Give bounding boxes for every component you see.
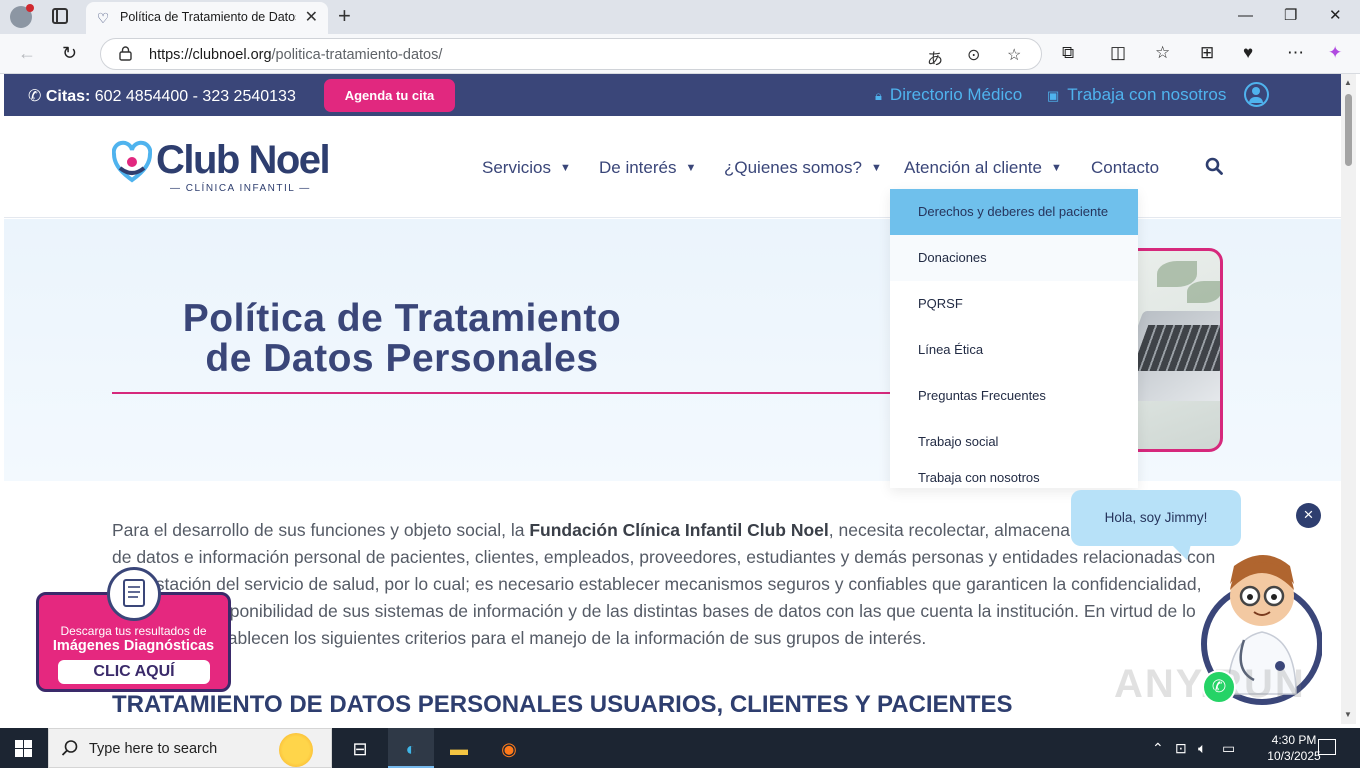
more-page-icon[interactable]: ⊙ bbox=[967, 45, 980, 65]
dropdown-item-pqrsf[interactable]: PQRSF bbox=[890, 281, 1138, 327]
favorites-icon[interactable]: ☆ bbox=[1155, 43, 1170, 63]
close-chat-icon[interactable]: × bbox=[1296, 503, 1321, 528]
scroll-thumb[interactable] bbox=[1345, 94, 1352, 166]
nav-servicios[interactable]: Servicios ▼ bbox=[482, 158, 571, 178]
nav-atencion-cliente[interactable]: Atención al cliente ▼ bbox=[904, 158, 1062, 178]
browser-tab-bar: ♡ Política de Tratamiento de Datos P ✕ +… bbox=[0, 0, 1360, 34]
dropdown-item-trabaja[interactable]: Trabaja con nosotros bbox=[890, 465, 1138, 488]
lock-icon[interactable] bbox=[119, 46, 132, 61]
clic-aqui-button[interactable]: CLIC AQUÍ bbox=[58, 660, 210, 684]
dropdown-item-donaciones[interactable]: Donaciones bbox=[890, 235, 1138, 281]
trabaja-con-nosotros-link[interactable]: ▣ Trabaja con nosotros bbox=[1047, 85, 1226, 105]
agenda-cita-button[interactable]: Agenda tu cita bbox=[324, 79, 455, 112]
club-noel-logo-icon[interactable] bbox=[112, 140, 152, 184]
banner-line-2: Imágenes Diagnósticas bbox=[52, 638, 215, 654]
nav-contacto[interactable]: Contacto bbox=[1091, 158, 1159, 178]
phone-info: ✆ Citas: 602 4854400 - 323 2540133 bbox=[28, 88, 296, 105]
volume-icon[interactable]: 🔈︎ bbox=[1198, 740, 1206, 757]
title-underline bbox=[112, 392, 892, 394]
nav-quienes-somos[interactable]: ¿Quienes somos? ▼ bbox=[724, 158, 882, 178]
dropdown-item-linea-etica[interactable]: Línea Ética bbox=[890, 327, 1138, 373]
tab-title: Política de Tratamiento de Datos P bbox=[120, 10, 296, 24]
weather-sun-icon[interactable] bbox=[279, 733, 313, 767]
network-icon[interactable]: ⊡ bbox=[1175, 740, 1187, 757]
favorite-star-icon[interactable]: ☆ bbox=[1007, 45, 1021, 65]
tray-chevron-icon[interactable]: ⌃ bbox=[1152, 740, 1164, 757]
phone-icon: ✆ bbox=[28, 88, 42, 105]
user-account-icon[interactable] bbox=[1244, 82, 1269, 107]
restore-icon[interactable]: ❐ bbox=[1284, 6, 1297, 26]
system-clock[interactable]: 4:30 PM 10/3/2025 bbox=[1266, 732, 1322, 764]
browser-address-bar: ← ↻ https://clubnoel.org/politica-tratam… bbox=[0, 34, 1360, 74]
document-icon bbox=[107, 567, 161, 621]
caret-down-icon: ▼ bbox=[870, 162, 882, 174]
collections-icon[interactable]: ⊞ bbox=[1200, 43, 1214, 63]
logo-text[interactable]: Club Noel bbox=[156, 138, 331, 183]
back-icon[interactable]: ← bbox=[18, 43, 36, 63]
logo-subtitle: — CLÍNICA INFANTIL — bbox=[170, 183, 311, 194]
jimmy-greeting-bubble[interactable]: Hola, soy Jimmy! bbox=[1071, 490, 1241, 560]
windows-start-icon[interactable] bbox=[15, 740, 32, 757]
new-tab-icon[interactable]: + bbox=[338, 4, 351, 28]
minimize-icon[interactable]: — bbox=[1238, 6, 1253, 26]
nav-de-interes[interactable]: De interés ▼ bbox=[599, 158, 696, 178]
notification-icon[interactable] bbox=[1318, 739, 1336, 755]
url-field[interactable]: https://clubnoel.org/politica-tratamient… bbox=[100, 38, 1042, 70]
performance-icon[interactable]: ♥ bbox=[1243, 43, 1253, 63]
search-icon bbox=[61, 740, 78, 756]
search-placeholder: Type here to search bbox=[89, 741, 218, 757]
page-scrollbar[interactable]: ▲ ▼ bbox=[1341, 74, 1356, 724]
caret-down-icon: ▼ bbox=[559, 162, 571, 174]
caret-down-icon: ▼ bbox=[1050, 162, 1062, 174]
read-aloud-icon[interactable]: あ bbox=[927, 45, 943, 69]
banner-line-1: Descarga tus resultados de bbox=[60, 624, 207, 638]
edge-taskbar-item[interactable]: ◐ bbox=[388, 728, 434, 768]
section-heading: TRATAMIENTO DE DATOS PERSONALES USUARIOS… bbox=[112, 691, 1013, 718]
reload-icon[interactable]: ↻ bbox=[62, 43, 77, 63]
site-header: Club Noel — CLÍNICA INFANTIL — Servicios… bbox=[4, 116, 1341, 218]
dropdown-item-derechos[interactable]: Derechos y deberes del paciente bbox=[890, 189, 1138, 235]
directorio-medico-link[interactable]: 🔒︎ Directorio Médico bbox=[875, 85, 1022, 105]
page-viewport: ✆ Citas: 602 4854400 - 323 2540133 Agend… bbox=[4, 74, 1341, 724]
scroll-up-icon[interactable]: ▲ bbox=[1344, 78, 1352, 87]
split-screen-icon[interactable]: ◫ bbox=[1110, 43, 1126, 63]
task-view-icon[interactable]: ⊟ bbox=[348, 737, 372, 761]
dropdown-item-trabajo-social[interactable]: Trabajo social bbox=[890, 419, 1138, 465]
site-topbar: ✆ Citas: 602 4854400 - 323 2540133 Agend… bbox=[4, 74, 1341, 116]
clubnoel-favicon-icon: ♡ bbox=[96, 10, 110, 26]
copilot-icon[interactable]: ✦ bbox=[1328, 43, 1342, 63]
firefox-icon[interactable]: ◉ bbox=[497, 737, 521, 761]
profile-icon[interactable] bbox=[10, 4, 34, 28]
browser-tab-active[interactable]: ♡ Política de Tratamiento de Datos P ✕ bbox=[86, 2, 328, 34]
search-icon[interactable] bbox=[1205, 157, 1223, 175]
file-explorer-icon[interactable]: ▬ bbox=[447, 737, 471, 761]
tab-actions-icon[interactable] bbox=[52, 8, 68, 24]
window-close-icon[interactable]: ✕ bbox=[1329, 6, 1342, 26]
keyboard-icon[interactable]: ▭ bbox=[1222, 740, 1235, 757]
windows-taskbar: Type here to search ⊟ ◐ ▬ ◉ ⌃ ⊡ 🔈︎ ▭ 4:3… bbox=[0, 728, 1360, 768]
page-title: Política de Tratamiento de Datos Persona… bbox=[182, 297, 622, 380]
extensions-icon[interactable]: ⧉ bbox=[1062, 43, 1074, 63]
edge-icon: ◐ bbox=[405, 739, 417, 759]
whatsapp-icon[interactable]: ✆ bbox=[1202, 670, 1236, 704]
briefcase-icon: ▣ bbox=[1047, 88, 1060, 103]
taskbar-search[interactable]: Type here to search bbox=[48, 728, 332, 768]
hero-section: Política de Tratamiento de Datos Persona… bbox=[4, 219, 1341, 481]
scroll-down-icon[interactable]: ▼ bbox=[1344, 710, 1352, 719]
tab-close-icon[interactable]: ✕ bbox=[305, 9, 318, 27]
atencion-cliente-dropdown: Derechos y deberes del paciente Donacion… bbox=[890, 189, 1138, 488]
dropdown-item-preguntas[interactable]: Preguntas Frecuentes bbox=[890, 373, 1138, 419]
lock-icon: 🔒︎ bbox=[875, 88, 882, 103]
settings-menu-icon[interactable]: ⋯ bbox=[1287, 43, 1304, 63]
phone-numbers: 602 4854400 - 323 2540133 bbox=[94, 88, 296, 105]
caret-down-icon: ▼ bbox=[685, 162, 697, 174]
intro-paragraph: Para el desarrollo de sus funciones y ob… bbox=[112, 520, 1216, 648]
url-text: https://clubnoel.org/politica-tratamient… bbox=[149, 47, 443, 63]
imagenes-diagnosticas-banner[interactable]: Descarga tus resultados de Imágenes Diag… bbox=[36, 567, 231, 692]
